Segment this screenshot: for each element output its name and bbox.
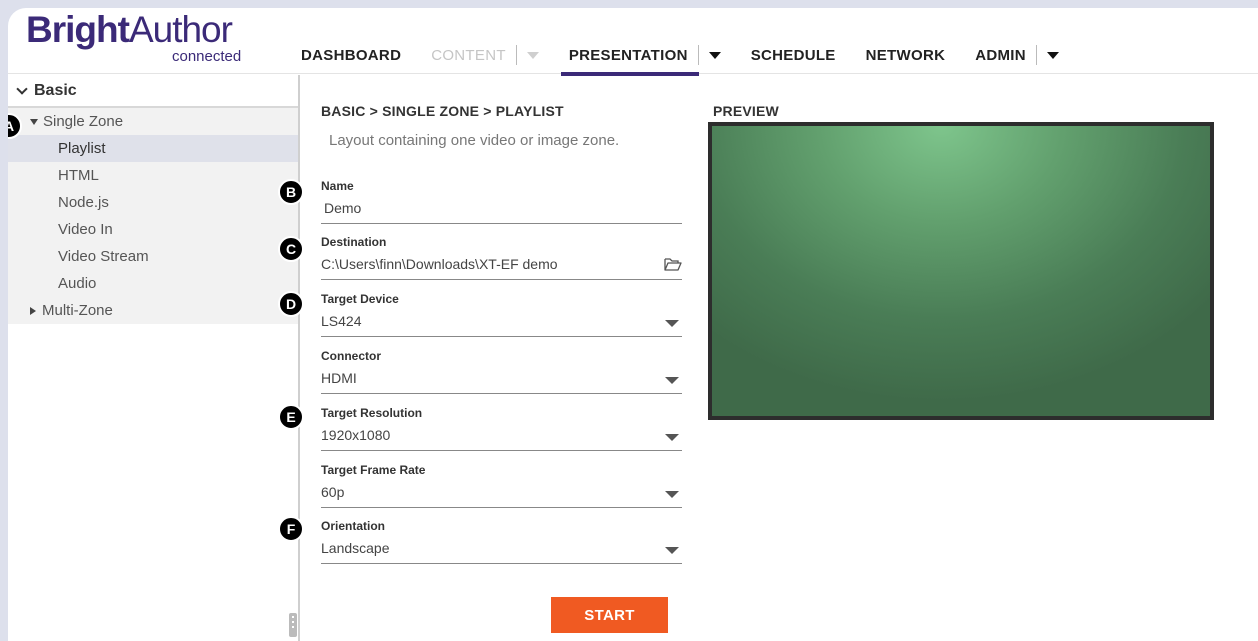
tree-item-nodejs[interactable]: Node.js bbox=[8, 189, 298, 216]
nav-schedule[interactable]: SCHEDULE bbox=[751, 42, 836, 68]
name-field: Name Demo bbox=[321, 179, 682, 224]
nav-admin-label: ADMIN bbox=[975, 46, 1026, 64]
target-device-value: LS424 bbox=[321, 313, 362, 329]
sidebar-section-title: Basic bbox=[34, 81, 77, 99]
triangle-right-icon bbox=[30, 306, 36, 315]
target-frame-rate-label: Target Frame Rate bbox=[321, 463, 426, 477]
callout-badge-e: E bbox=[278, 404, 304, 430]
nav-presentation-label: PRESENTATION bbox=[568, 46, 688, 64]
target-resolution-select[interactable]: 1920x1080 bbox=[321, 425, 682, 451]
destination-input[interactable]: C:\Users\finn\Downloads\XT-EF demo bbox=[321, 254, 682, 280]
tree-group-label: Multi-Zone bbox=[42, 302, 113, 319]
caret-down-icon[interactable] bbox=[708, 51, 721, 59]
preview-canvas bbox=[708, 122, 1214, 420]
nav-admin[interactable]: ADMIN bbox=[975, 42, 1059, 68]
tree-group-multi-zone[interactable]: Multi-Zone bbox=[8, 297, 298, 324]
name-value: Demo bbox=[324, 200, 362, 216]
app-window: BrightAuthor connected DASHBOARD CONTENT… bbox=[8, 8, 1258, 641]
caret-down-icon bbox=[526, 51, 539, 59]
name-input[interactable]: Demo bbox=[321, 198, 682, 224]
destination-label: Destination bbox=[321, 235, 387, 249]
nav-separator bbox=[1035, 45, 1037, 65]
nav-network[interactable]: NETWORK bbox=[866, 42, 946, 68]
nav-content: CONTENT bbox=[431, 42, 539, 68]
nav-content-label: CONTENT bbox=[431, 46, 506, 64]
dropdown-arrow-icon bbox=[665, 320, 679, 327]
tree-item-html[interactable]: HTML bbox=[8, 162, 298, 189]
tree-item-label: Node.js bbox=[58, 194, 109, 211]
folder-open-icon[interactable] bbox=[664, 257, 682, 271]
preview-title: PREVIEW bbox=[713, 103, 779, 119]
tree-item-label: Video Stream bbox=[58, 248, 149, 265]
sidebar: Basic Single Zone Playlist HTML Node.js … bbox=[8, 75, 300, 641]
logo-subtitle: connected bbox=[172, 48, 242, 65]
target-device-label: Target Device bbox=[321, 292, 399, 306]
layout-tree: Single Zone Playlist HTML Node.js Video … bbox=[8, 108, 298, 324]
tree-item-playlist[interactable]: Playlist bbox=[8, 135, 298, 162]
connector-field: Connector HDMI bbox=[321, 349, 682, 394]
tree-item-label: HTML bbox=[58, 167, 99, 184]
dropdown-arrow-icon bbox=[665, 434, 679, 441]
orientation-label: Orientation bbox=[321, 519, 386, 533]
active-tab-indicator bbox=[560, 72, 699, 76]
connector-select[interactable]: HDMI bbox=[321, 368, 682, 394]
main-nav: DASHBOARD CONTENT PRESENTATION SCHEDULE … bbox=[301, 42, 1089, 76]
triangle-down-icon bbox=[30, 118, 38, 125]
tree-item-label: Video In bbox=[58, 221, 113, 238]
layout-description: Layout containing one video or image zon… bbox=[329, 132, 620, 149]
target-frame-rate-field: Target Frame Rate 60p bbox=[321, 463, 682, 508]
nav-network-label: NETWORK bbox=[865, 46, 946, 64]
target-device-field: Target Device LS424 bbox=[321, 292, 682, 337]
target-device-select[interactable]: LS424 bbox=[321, 311, 682, 337]
tree-item-label: Audio bbox=[58, 275, 97, 292]
sidebar-section-basic[interactable]: Basic bbox=[8, 75, 298, 108]
dropdown-arrow-icon bbox=[665, 491, 679, 498]
target-resolution-label: Target Resolution bbox=[321, 406, 423, 420]
nav-dashboard[interactable]: DASHBOARD bbox=[301, 42, 401, 68]
tree-item-video-stream[interactable]: Video Stream bbox=[8, 243, 298, 270]
target-frame-rate-value: 60p bbox=[321, 484, 345, 500]
connector-label: Connector bbox=[321, 349, 381, 363]
logo-light-text: Author bbox=[128, 9, 233, 50]
tree-group-label: Single Zone bbox=[43, 113, 124, 130]
tree-group-single-zone[interactable]: Single Zone bbox=[8, 108, 298, 135]
chevron-down-icon bbox=[16, 82, 28, 95]
top-header: BrightAuthor connected DASHBOARD CONTENT… bbox=[8, 8, 1258, 76]
tree-item-video-in[interactable]: Video In bbox=[8, 216, 298, 243]
nav-separator bbox=[697, 45, 699, 65]
orientation-select[interactable]: Landscape bbox=[321, 538, 682, 564]
tree-item-audio[interactable]: Audio bbox=[8, 270, 298, 297]
nav-dashboard-label: DASHBOARD bbox=[301, 46, 402, 64]
callout-badge-d: D bbox=[278, 291, 304, 317]
logo-bold-text: Bright bbox=[26, 9, 130, 50]
destination-value: C:\Users\finn\Downloads\XT-EF demo bbox=[321, 256, 558, 272]
breadcrumb: BASIC > SINGLE ZONE > PLAYLIST bbox=[321, 103, 564, 119]
nav-separator bbox=[515, 45, 517, 65]
panel-resize-handle[interactable] bbox=[289, 613, 297, 637]
dropdown-arrow-icon bbox=[665, 377, 679, 384]
callout-badge-b: B bbox=[278, 179, 304, 205]
nav-schedule-label: SCHEDULE bbox=[750, 46, 836, 64]
target-frame-rate-select[interactable]: 60p bbox=[321, 482, 682, 508]
start-button[interactable]: START bbox=[551, 597, 668, 633]
brightauthor-logo: BrightAuthor bbox=[26, 9, 233, 50]
connector-value: HDMI bbox=[321, 370, 357, 386]
dropdown-arrow-icon bbox=[665, 547, 679, 554]
target-resolution-value: 1920x1080 bbox=[321, 427, 391, 443]
nav-presentation[interactable]: PRESENTATION bbox=[560, 42, 721, 76]
callout-badge-c: C bbox=[278, 236, 304, 262]
orientation-field: Orientation Landscape bbox=[321, 519, 682, 564]
callout-badge-f: F bbox=[278, 516, 304, 542]
tree-item-label: Playlist bbox=[58, 140, 106, 157]
destination-field: Destination C:\Users\finn\Downloads\XT-E… bbox=[321, 235, 682, 280]
orientation-value: Landscape bbox=[321, 540, 390, 556]
name-label: Name bbox=[321, 179, 354, 193]
caret-down-icon[interactable] bbox=[1046, 51, 1059, 59]
target-resolution-field: Target Resolution 1920x1080 bbox=[321, 406, 682, 451]
